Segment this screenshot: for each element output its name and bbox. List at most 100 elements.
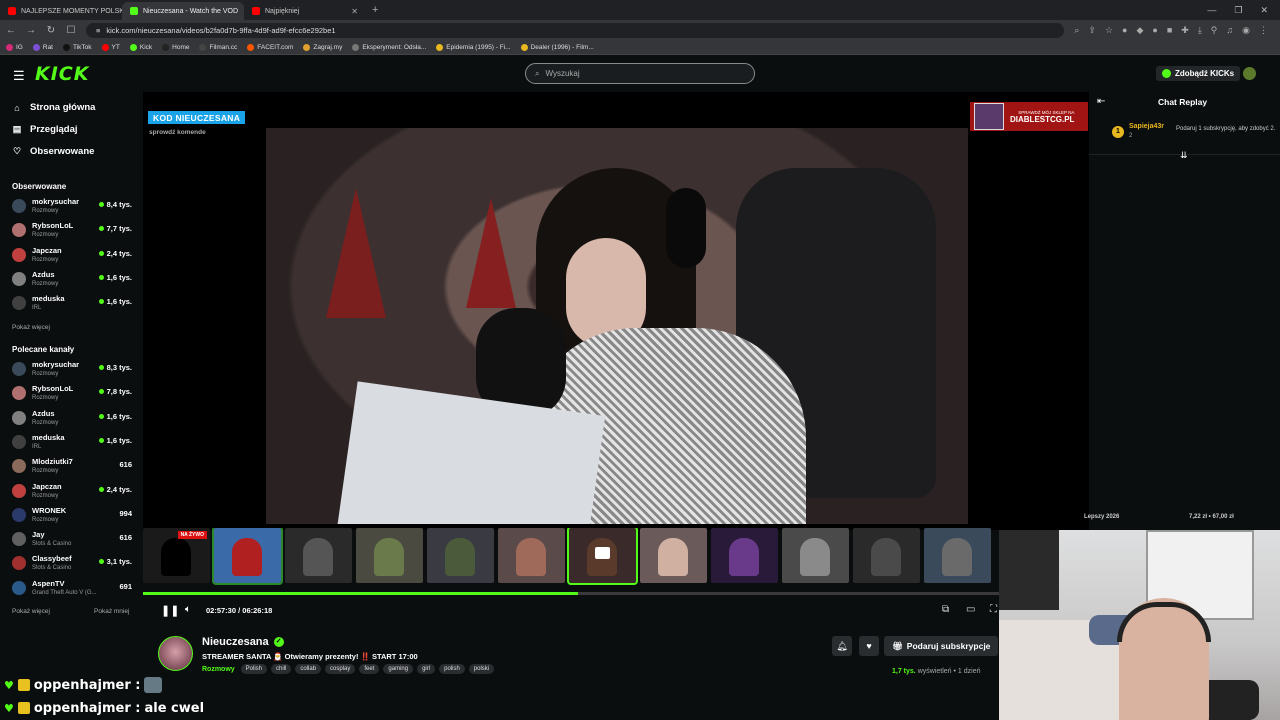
sidebar-nav-item[interactable]: ♡ Obserwowane [12, 146, 94, 157]
clip-thumbnail[interactable] [427, 528, 494, 583]
kick-logo[interactable]: KICK [35, 63, 89, 85]
chat-username[interactable]: Sapieja43r [1129, 123, 1164, 130]
show-less-recommended[interactable]: Pokaż mniej [94, 608, 129, 615]
clip-thumbnail[interactable] [782, 528, 849, 583]
sidebar-channel[interactable]: Jay Slots & Casino 616 [12, 528, 134, 550]
sidebar-channel[interactable]: RybsonLoL Rozmowy 7,7 tys. [12, 219, 134, 241]
extension-icon[interactable]: ● [1152, 25, 1157, 36]
share-icon[interactable]: ⇪ [1088, 25, 1096, 36]
video-frame[interactable] [266, 128, 968, 524]
sidebar-channel[interactable]: Japczan Rozmowy 2,4 tys. [12, 244, 134, 266]
stream-tag[interactable]: Polish [240, 664, 268, 674]
puzzle-icon[interactable]: ✚ [1181, 25, 1189, 36]
clip-thumbnail[interactable] [924, 528, 991, 583]
hamburger-menu-icon[interactable]: ☰ [13, 68, 25, 84]
sidebar-channel[interactable]: Azdus Rozmowy 1,6 tys. [12, 407, 134, 429]
clip-thumbnail[interactable] [853, 528, 920, 583]
show-more-followed[interactable]: Pokaż więcej [12, 324, 50, 331]
follow-heart-icon[interactable]: ♥ [859, 636, 879, 656]
bookmark-item[interactable]: TikTok [63, 43, 92, 51]
gift-subscription-button[interactable]: 🎁︎ Podaruj subskrypcje [884, 636, 999, 656]
bookmark-item[interactable]: YT [101, 43, 120, 51]
sidebar-channel[interactable]: AspenTV Grand Theft Auto V (G... 691 [12, 577, 134, 599]
stream-tag[interactable]: collab [295, 664, 322, 674]
browser-tab[interactable]: NAJLEPSZE MOMENTY POLSKIEGO T✕ [0, 2, 122, 20]
collapse-chat-icon[interactable]: ⇤ [1097, 96, 1105, 107]
clip-thumbnail[interactable]: NA ŻYWO [143, 528, 210, 583]
stream-tag[interactable]: gaming [383, 664, 414, 674]
minimize-icon[interactable]: — [1207, 5, 1216, 16]
download-icon[interactable]: ⤓ [1198, 25, 1202, 36]
progress-bar[interactable] [143, 592, 999, 595]
stream-tag[interactable]: chill [271, 664, 292, 674]
clip-thumbnail[interactable] [567, 528, 638, 585]
stream-tag[interactable]: feet [359, 664, 380, 674]
link-icon[interactable]: ⚲ [1211, 25, 1218, 36]
sidebar-channel[interactable]: Japczan Rozmowy 2,4 tys. [12, 480, 134, 502]
search-input[interactable]: ⌕ Wyszukaj [525, 63, 755, 84]
extension-icon[interactable]: ● [1122, 25, 1127, 36]
new-tab-button[interactable]: + [366, 4, 384, 16]
bookmark-item[interactable]: FACEIT.com [247, 43, 293, 51]
clip-thumbnail[interactable] [498, 528, 565, 583]
star-icon[interactable]: ☆ [1105, 25, 1113, 36]
bookmark-item[interactable]: IG [6, 43, 23, 51]
sidebar-channel[interactable]: RybsonLoL Rozmowy 7,8 tys. [12, 382, 134, 404]
bookmark-page-icon[interactable]: ☐ [66, 25, 76, 36]
bookmark-item[interactable]: Dealer (1996) - Film... [520, 43, 594, 51]
bookmark-item[interactable]: Epidemia (1995) - Fi... [436, 43, 511, 51]
channel-avatar[interactable] [158, 636, 193, 671]
category-link[interactable]: Rozmowy [202, 666, 235, 673]
sidebar-channel[interactable]: WRONEK Rozmowy 994 [12, 504, 134, 526]
sidebar-channel[interactable]: mokrysuchar Rozmowy 8,3 tys. [12, 358, 134, 380]
sidebar-nav-item[interactable]: ▤ Przeglądaj [12, 124, 78, 135]
zoom-icon[interactable]: ⌕ [1074, 25, 1079, 36]
user-avatar[interactable] [1243, 67, 1256, 80]
theater-mode-icon[interactable]: ▭ [966, 604, 975, 615]
forward-icon[interactable]: → [26, 25, 36, 36]
bookmark-item[interactable]: Zagraj.my [303, 43, 342, 51]
bookmark-item[interactable]: Eksperyment: Odsła... [352, 43, 426, 51]
scroll-down-icon[interactable]: ⇊ [1180, 150, 1188, 161]
media-icon[interactable]: ♫ [1226, 25, 1233, 36]
sidebar-channel[interactable]: Classybeef Slots & Casino 3,1 tys. [12, 552, 134, 574]
channel-name[interactable]: Nieuczesana [202, 636, 269, 648]
stream-tag[interactable]: polish [439, 664, 465, 674]
get-kicks-button[interactable]: Zdobądź KICKs [1156, 66, 1241, 81]
sidebar-channel[interactable]: Mlodziutki7 Rozmowy 616 [12, 455, 134, 477]
close-window-icon[interactable]: ✕ [1260, 5, 1268, 16]
url-field[interactable]: ≡ kick.com/nieuczesana/videos/b2fa0d7b-9… [86, 22, 1065, 38]
clip-thumbnail[interactable] [711, 528, 778, 583]
extension-icon[interactable]: ◆ [1136, 25, 1143, 36]
show-more-recommended[interactable]: Pokaż więcej [12, 608, 50, 615]
browser-tab[interactable]: Najpiękniej ✕ [244, 2, 366, 20]
maximize-icon[interactable]: ❐ [1234, 5, 1242, 16]
volume-icon[interactable]: 🔈︎ [185, 604, 191, 615]
site-info-icon[interactable]: ≡ [96, 26, 100, 35]
browser-tab[interactable]: Nieuczesana - Watch the VOD✕ [122, 2, 244, 20]
close-tab-icon[interactable]: ✕ [351, 7, 358, 16]
clip-thumbnail[interactable] [356, 528, 423, 583]
bookmark-item[interactable]: Rat [32, 43, 53, 51]
clip-thumbnail[interactable] [640, 528, 707, 583]
sidebar-channel[interactable]: meduska IRL 1,6 tys. [12, 292, 134, 314]
back-icon[interactable]: ← [6, 25, 16, 36]
clip-thumbnail[interactable] [212, 528, 283, 585]
stream-tag[interactable]: cosplay [325, 664, 356, 674]
bookmark-item[interactable]: Home [162, 43, 189, 51]
extension-icon[interactable]: ■ [1167, 25, 1172, 36]
sidebar-nav-item[interactable]: ⌂ Strona główna [12, 102, 95, 113]
sidebar-channel[interactable]: mokrysuchar Rozmowy 8,4 tys. [12, 195, 134, 217]
fullscreen-icon[interactable]: ⛶ [990, 604, 997, 615]
stream-tag[interactable]: polski [468, 664, 495, 674]
profile-icon[interactable]: ◉ [1242, 25, 1250, 36]
bookmark-item[interactable]: Filman.cc [199, 43, 237, 51]
notifications-bell-icon[interactable]: 🔔︎ [832, 636, 852, 656]
sidebar-channel[interactable]: Azdus Rozmowy 1,6 tys. [12, 268, 134, 290]
pause-icon[interactable]: ❚❚ [161, 604, 179, 617]
reload-icon[interactable]: ↻ [46, 25, 56, 36]
stream-tag[interactable]: girl [417, 664, 436, 674]
menu-icon[interactable]: ⋮ [1259, 25, 1268, 36]
sidebar-channel[interactable]: meduska IRL 1,6 tys. [12, 431, 134, 453]
pip-icon[interactable]: ⧉ [942, 604, 949, 615]
